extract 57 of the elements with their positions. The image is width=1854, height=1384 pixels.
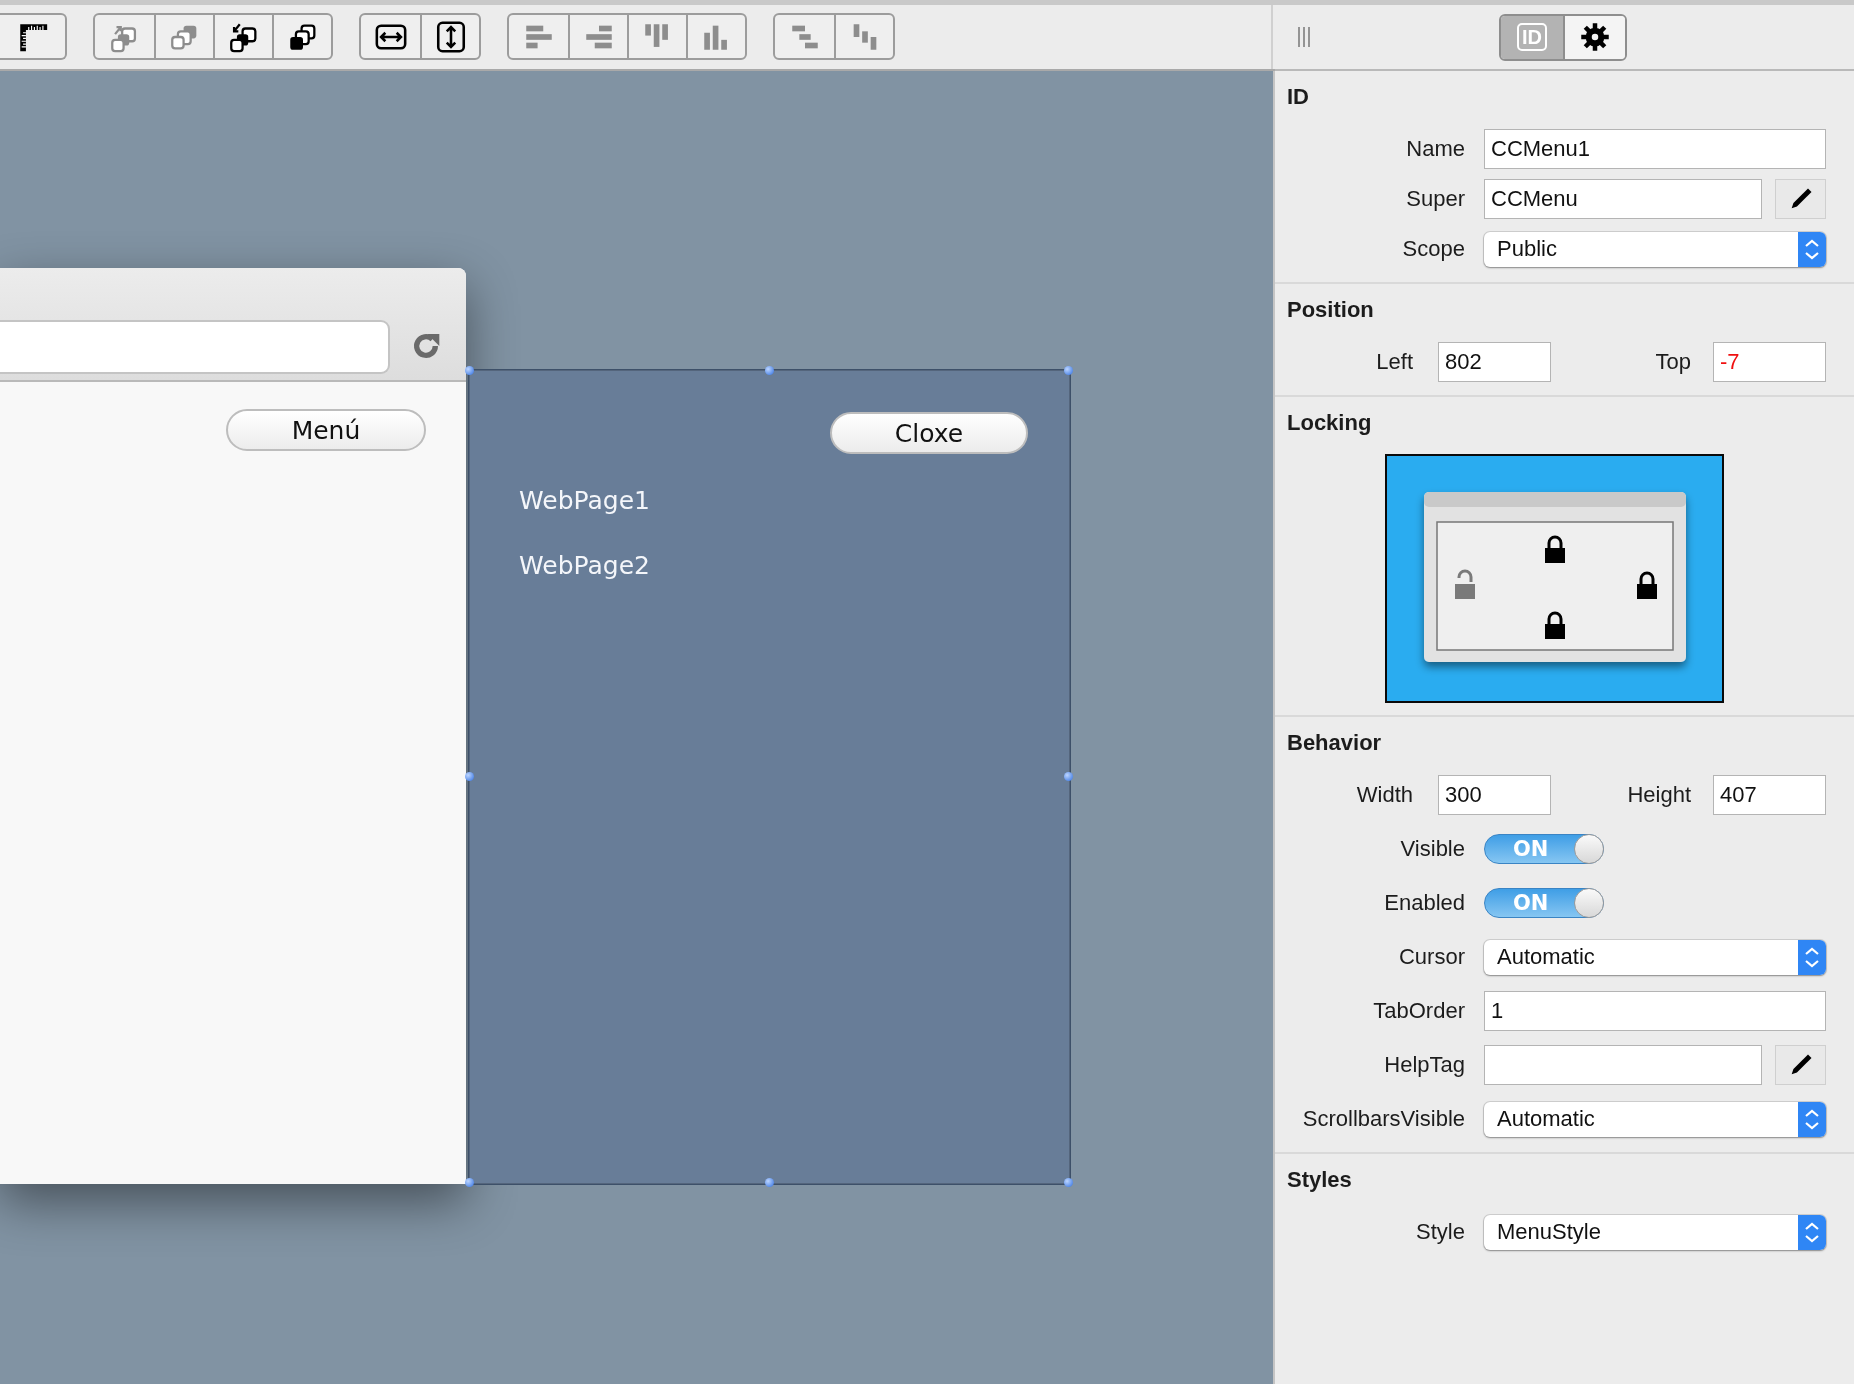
text-field[interactable]: 407 — [1713, 775, 1826, 815]
stepper-arrows-icon — [1798, 1101, 1826, 1137]
resize-handle[interactable] — [465, 366, 474, 375]
settings-icon — [1580, 22, 1610, 52]
field-label: Name — [1405, 136, 1465, 162]
text-field[interactable]: 300 — [1438, 775, 1551, 815]
field-label: ScrollbarsVisible — [1301, 1106, 1465, 1132]
stepper-arrows-icon — [1798, 939, 1826, 975]
menu-item[interactable]: WebPage1 — [519, 486, 650, 515]
text-field[interactable]: CCMenu — [1484, 179, 1762, 219]
field-label: Visible — [1399, 836, 1465, 862]
section-title: Locking — [1287, 410, 1373, 436]
field-label: TabOrder — [1372, 998, 1465, 1024]
section-title: Position — [1287, 297, 1375, 323]
menu-button[interactable]: Menú — [226, 409, 426, 451]
lock-icon[interactable] — [1545, 611, 1565, 639]
popup-button[interactable]: Automatic — [1484, 939, 1826, 975]
field-label: Top — [1655, 349, 1691, 375]
text-field[interactable]: -7 — [1713, 342, 1826, 382]
menu-item[interactable]: WebPage2 — [519, 551, 650, 580]
field-label: Height — [1627, 782, 1691, 808]
resize-handle[interactable] — [465, 1178, 474, 1187]
lock-icon[interactable] — [1545, 535, 1565, 563]
resize-handle[interactable] — [465, 772, 474, 781]
section-title: Behavior — [1287, 730, 1383, 756]
edit-button[interactable] — [1775, 179, 1826, 219]
edit-button[interactable] — [1775, 1045, 1826, 1085]
stepper-arrows-icon — [1798, 231, 1826, 267]
resize-handle[interactable] — [764, 1178, 774, 1187]
section-title: ID — [1287, 84, 1310, 110]
inspector-tab[interactable] — [1563, 15, 1625, 59]
address-field[interactable] — [0, 320, 390, 374]
field-label: HelpTag — [1383, 1052, 1465, 1078]
resize-handle[interactable] — [1064, 366, 1073, 375]
field-label: Style — [1415, 1219, 1465, 1245]
lock-icon[interactable] — [1637, 571, 1657, 599]
stepper-arrows-icon — [1798, 1214, 1826, 1250]
field-label: Scope — [1401, 236, 1465, 262]
unlocked-icon[interactable] — [1455, 569, 1475, 599]
text-field[interactable]: 1 — [1484, 991, 1826, 1031]
resize-handle[interactable] — [764, 366, 774, 375]
field-label: Super — [1405, 186, 1465, 212]
text-field[interactable] — [1484, 1045, 1762, 1085]
grip-icon[interactable] — [1297, 25, 1311, 49]
section-title: Styles — [1287, 1167, 1353, 1193]
close-button[interactable]: Cloxe — [830, 412, 1028, 454]
resize-handle[interactable] — [1064, 772, 1073, 781]
field-label: Width — [1355, 782, 1413, 808]
text-field[interactable]: 802 — [1438, 342, 1551, 382]
field-label: Cursor — [1398, 944, 1465, 970]
resize-handle[interactable] — [1064, 1178, 1073, 1187]
popup-button[interactable]: MenuStyle — [1484, 1214, 1826, 1250]
popup-button[interactable]: Public — [1484, 231, 1826, 267]
field-label: Left — [1375, 349, 1413, 375]
text-field[interactable]: CCMenu1 — [1484, 129, 1826, 169]
field-label: Enabled — [1383, 890, 1465, 916]
popup-button[interactable]: Automatic — [1484, 1101, 1826, 1137]
